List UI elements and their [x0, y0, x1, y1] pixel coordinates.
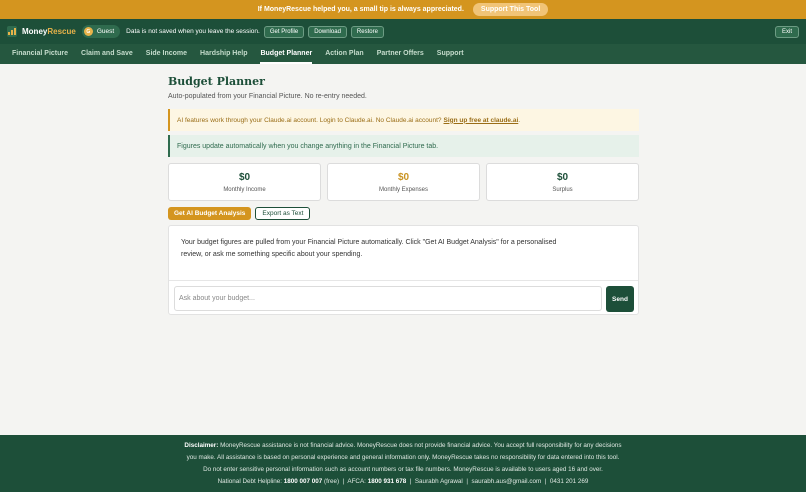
brand-logo[interactable]: MoneyRescue	[22, 27, 76, 36]
disclaimer-line-3: Do not enter sensitive personal informat…	[203, 466, 603, 473]
tab-budget-planner[interactable]: Budget Planner	[260, 44, 313, 64]
helpline-number[interactable]: 1800 007 007	[284, 478, 323, 485]
user-name: Guest	[96, 28, 115, 35]
main-nav: Financial Picture Claim and Save Side In…	[0, 44, 806, 64]
tip-banner: If MoneyRescue helped you, a small tip i…	[0, 0, 806, 19]
disclaimer-line-2: you make. All assistance is based on per…	[186, 454, 620, 461]
user-pill[interactable]: G Guest	[81, 25, 121, 38]
stat-label: Surplus	[552, 186, 573, 193]
tab-side-income[interactable]: Side Income	[146, 44, 187, 64]
download-button[interactable]: Download	[308, 25, 347, 38]
auto-update-info: Figures update automatically when you ch…	[168, 135, 639, 157]
tab-financial-picture[interactable]: Financial Picture	[12, 44, 68, 64]
logo-icon	[7, 26, 17, 37]
send-button[interactable]: Send	[606, 286, 634, 312]
summary-stats: $0 Monthly Income $0 Monthly Expenses $0…	[168, 163, 639, 201]
get-profile-button[interactable]: Get Profile	[263, 25, 305, 38]
chat-input[interactable]: Ask about your budget...	[174, 286, 602, 311]
banner-text: If MoneyRescue helped you, a small tip i…	[257, 6, 464, 13]
contact-line: National Debt Helpline: 1800 007 007 (fr…	[217, 478, 589, 485]
stat-label: Monthly Income	[223, 186, 266, 193]
export-as-text-button[interactable]: Export as Text	[255, 207, 311, 220]
page-title: Budget Planner	[168, 75, 265, 88]
session-notice: Data is not saved when you leave the ses…	[126, 28, 260, 35]
support-this-tool-button[interactable]: Support This Tool	[472, 3, 549, 16]
ai-account-alert: AI features work through your Claude.ai …	[168, 109, 639, 131]
email-link[interactable]: saurabh.aus@gmail.com	[471, 478, 541, 485]
stat-surplus: $0 Surplus	[486, 163, 639, 201]
chat-panel: Your budget figures are pulled from your…	[168, 225, 639, 315]
tab-action-plan[interactable]: Action Plan	[325, 44, 364, 64]
stat-value: $0	[556, 171, 569, 183]
stat-monthly-income: $0 Monthly Income	[168, 163, 321, 201]
get-ai-budget-analysis-button[interactable]: Get AI Budget Analysis	[168, 207, 252, 220]
stat-value: $0	[397, 171, 410, 183]
stat-value: $0	[238, 171, 251, 183]
stat-label: Monthly Expenses	[378, 186, 429, 193]
page-subtitle: Auto-populated from your Financial Pictu…	[168, 93, 367, 100]
budget-actions: Get AI Budget Analysis Export as Text	[168, 207, 311, 220]
afca-number[interactable]: 1800 931 678	[368, 478, 407, 485]
avatar: G	[83, 27, 93, 36]
author: Saurabh Agrawal	[414, 478, 463, 485]
signup-link[interactable]: Sign up free at claude.ai	[444, 117, 519, 124]
budget-planner-panel: Budget Planner Auto-populated from your …	[168, 75, 639, 315]
assistant-message: Your budget figures are pulled from your…	[181, 239, 557, 258]
app-header: MoneyRescue G Guest Data is not saved wh…	[0, 19, 806, 44]
footer: Disclaimer: MoneyRescue assistance is no…	[0, 435, 806, 492]
alert-text: AI features work through your Claude.ai …	[177, 116, 442, 124]
phone: 0431 201 269	[549, 478, 589, 485]
disclaimer-line-1: Disclaimer: MoneyRescue assistance is no…	[184, 442, 622, 449]
tab-partner-offers[interactable]: Partner Offers	[377, 44, 424, 64]
tab-hardship-help[interactable]: Hardship Help	[200, 44, 247, 64]
divider	[169, 280, 638, 281]
exit-button[interactable]: Exit	[774, 25, 799, 38]
tab-claim-and-save[interactable]: Claim and Save	[81, 44, 133, 64]
stat-monthly-expenses: $0 Monthly Expenses	[327, 163, 480, 201]
tab-support[interactable]: Support	[437, 44, 464, 64]
restore-button[interactable]: Restore	[350, 25, 384, 38]
